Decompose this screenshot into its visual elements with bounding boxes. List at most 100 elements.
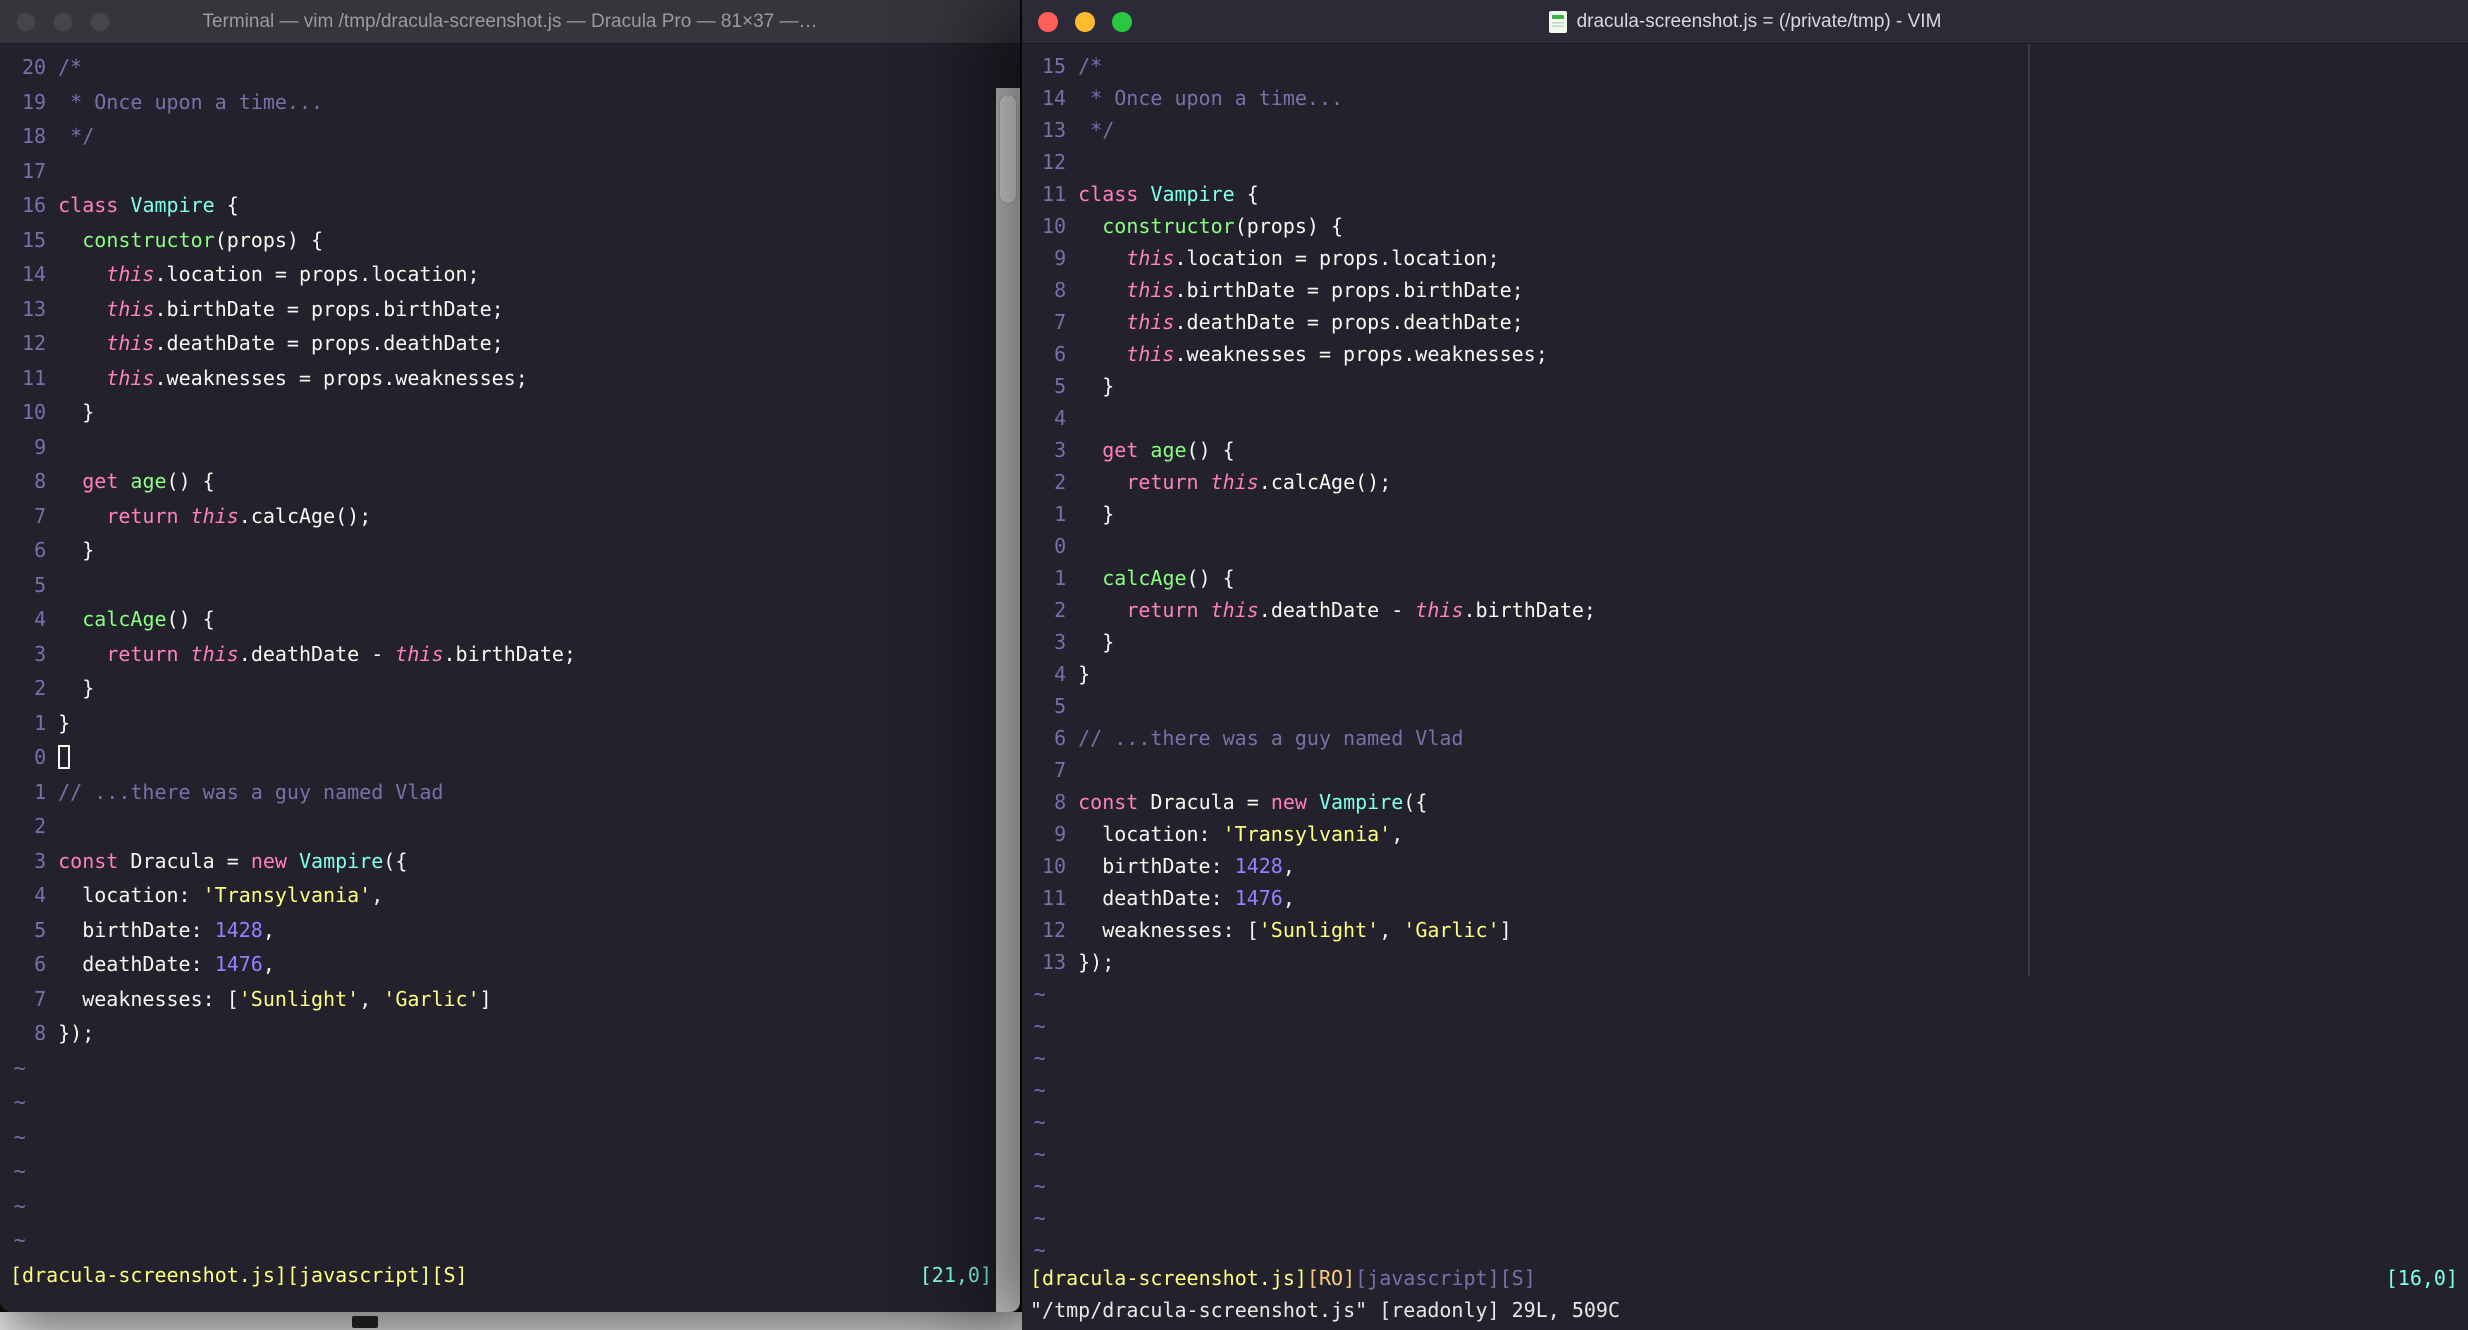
token: deathDate: bbox=[1078, 886, 1235, 910]
tilde: ~ bbox=[1033, 1142, 1046, 1166]
line-number: 5 bbox=[1054, 374, 1067, 398]
code-text: this.weaknesses = props.weaknesses; bbox=[58, 366, 527, 390]
tilde-line: ~ bbox=[1030, 1042, 2468, 1074]
scrollbar[interactable] bbox=[996, 88, 1020, 1312]
token: () { bbox=[1186, 438, 1235, 462]
window-title-wrap: dracula-screenshot.js = (/private/tmp) -… bbox=[1022, 10, 2468, 33]
editor-area[interactable]: 15/* 14 * Once upon a time... 13 */12 11 cla… bbox=[1022, 44, 2468, 1262]
editor-area[interactable]: 20/* 19 * Once upon a time... 18 */17 16 cla… bbox=[0, 44, 1020, 1258]
line-number: 10 bbox=[1042, 214, 1067, 238]
token: ({ bbox=[383, 848, 408, 873]
token: this bbox=[106, 262, 155, 286]
code-line: 16 class Vampire { bbox=[10, 188, 1020, 223]
code-text: constructor(props) { bbox=[1078, 214, 1343, 238]
code-text: this.location = props.location; bbox=[1078, 246, 1499, 270]
zoom-button[interactable] bbox=[90, 11, 110, 32]
code-line: 11 deathDate: 1476, bbox=[1030, 882, 2468, 914]
tilde: ~ bbox=[13, 1193, 26, 1218]
token: () { bbox=[166, 607, 215, 631]
code-line: 7 bbox=[1030, 754, 2468, 786]
token: this bbox=[395, 641, 444, 666]
code-line: 10 } bbox=[10, 395, 1020, 430]
code-line: 6 // ...there was a guy named Vlad bbox=[1030, 722, 2468, 754]
terminal-content: 20/* 19 * Once upon a time... 18 */17 16 cla… bbox=[0, 44, 1020, 1312]
code-text: weaknesses: ['Sunlight', 'Garlic'] bbox=[1078, 918, 1511, 942]
code-text: }); bbox=[1078, 950, 1114, 974]
code-text: weaknesses: ['Sunlight', 'Garlic'] bbox=[58, 986, 491, 1011]
code-text: } bbox=[58, 400, 94, 424]
token: .deathDate - bbox=[238, 641, 396, 666]
tilde: ~ bbox=[13, 1090, 26, 1114]
token: .deathDate = props.deathDate; bbox=[1174, 310, 1524, 334]
command-line: "/tmp/dracula-screenshot.js" [readonly] … bbox=[1030, 1298, 1621, 1322]
token: this bbox=[106, 331, 155, 355]
line-number: 16 bbox=[22, 193, 47, 217]
scrollbar-thumb[interactable] bbox=[999, 94, 1017, 204]
minimize-button[interactable] bbox=[53, 11, 73, 32]
line-number: 15 bbox=[1042, 54, 1067, 78]
code-line: 3 get age() { bbox=[1030, 434, 2468, 466]
token: * Once upon a time... bbox=[58, 89, 324, 114]
token: Vampire bbox=[130, 193, 215, 217]
token: .deathDate = props.deathDate; bbox=[154, 331, 504, 355]
code-text: this.weaknesses = props.weaknesses; bbox=[1078, 342, 1548, 366]
token: const bbox=[58, 848, 119, 873]
tilde-line: ~ bbox=[1030, 1170, 2468, 1202]
line-number: 3 bbox=[34, 848, 47, 873]
token: 'Garlic' bbox=[1403, 918, 1500, 942]
token: constructor bbox=[1102, 214, 1235, 238]
token: .weaknesses = props.weaknesses; bbox=[1174, 342, 1548, 366]
code-text: const Dracula = new Vampire({ bbox=[58, 849, 407, 873]
code-text: const Dracula = new Vampire({ bbox=[1078, 790, 1427, 814]
code-line: 5 bbox=[1030, 690, 2468, 722]
token: get bbox=[1102, 438, 1139, 462]
tilde: ~ bbox=[1033, 1206, 1046, 1230]
code-line: 1 // ...there was a guy named Vlad bbox=[10, 775, 1020, 810]
command-line bbox=[0, 1292, 1020, 1312]
token: location: bbox=[1078, 822, 1223, 846]
macvim-titlebar[interactable]: dracula-screenshot.js = (/private/tmp) -… bbox=[1022, 0, 2468, 44]
zoom-button[interactable] bbox=[1112, 11, 1132, 32]
token: () { bbox=[166, 469, 215, 493]
line-number: 6 bbox=[34, 952, 47, 976]
token: */ bbox=[58, 124, 95, 148]
line-number: 6 bbox=[1054, 342, 1067, 366]
window-title: Terminal — vim /tmp/dracula-screenshot.j… bbox=[202, 10, 818, 32]
code-text: } bbox=[58, 711, 70, 735]
line-number: 9 bbox=[1054, 246, 1067, 270]
code-text: calcAge() { bbox=[58, 607, 215, 631]
close-button[interactable] bbox=[16, 11, 36, 32]
close-button[interactable] bbox=[1038, 11, 1058, 32]
code-text: birthDate: 1428, bbox=[58, 918, 275, 942]
token: 1428 bbox=[214, 917, 263, 942]
code-text: class Vampire { bbox=[58, 193, 239, 217]
terminal-titlebar[interactable]: Terminal — vim /tmp/dracula-screenshot.j… bbox=[0, 0, 1020, 44]
minimize-button[interactable] bbox=[1075, 11, 1095, 32]
token: */ bbox=[1078, 118, 1115, 142]
code-line: 4 calcAge() { bbox=[10, 602, 1020, 637]
code-line: 19 * Once upon a time... bbox=[10, 85, 1020, 120]
token: .calcAge(); bbox=[238, 503, 372, 528]
line-number: 5 bbox=[1054, 694, 1067, 718]
tilde: ~ bbox=[1033, 982, 1046, 1006]
code-line: 6 this.weaknesses = props.weaknesses; bbox=[1030, 338, 2468, 370]
code-line: 11 this.weaknesses = props.weaknesses; bbox=[10, 361, 1020, 396]
line-number: 10 bbox=[1042, 854, 1067, 878]
token: , bbox=[1391, 822, 1404, 846]
token: .location = props.location; bbox=[1174, 246, 1500, 270]
color-column bbox=[2028, 44, 2030, 976]
code-text: return this.calcAge(); bbox=[1078, 470, 1391, 494]
code-line: 1 calcAge() { bbox=[1030, 562, 2468, 594]
token: return bbox=[106, 503, 179, 528]
code-line: 2 bbox=[10, 809, 1020, 844]
cursor bbox=[58, 744, 71, 769]
token: , bbox=[359, 986, 384, 1011]
line-number: 2 bbox=[1054, 470, 1067, 494]
line-number: 13 bbox=[22, 296, 47, 321]
token: (props) { bbox=[214, 227, 324, 252]
